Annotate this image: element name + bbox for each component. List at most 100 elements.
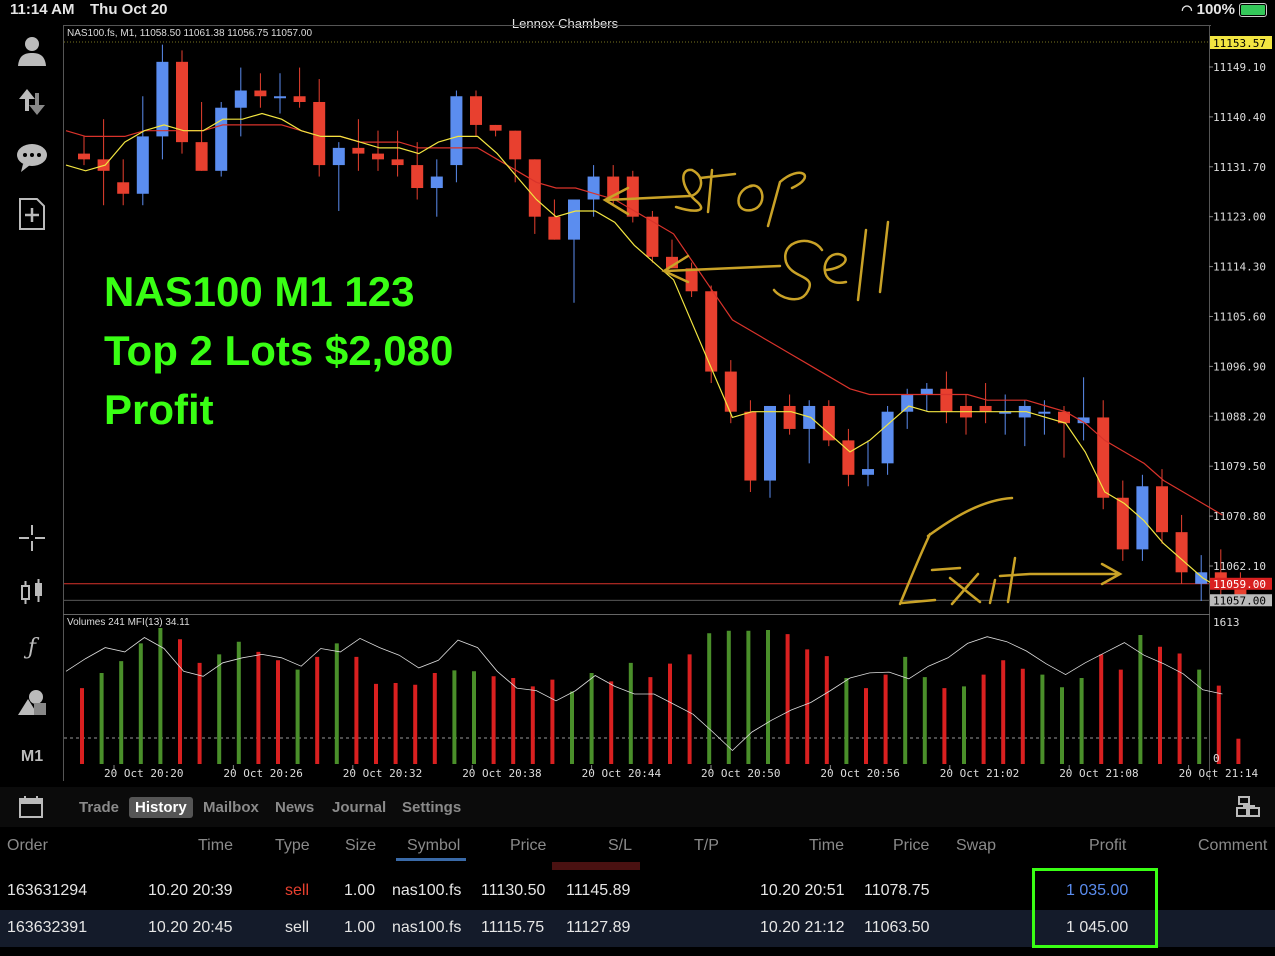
tab-history[interactable]: History [129, 797, 193, 818]
candle-body [842, 440, 855, 475]
candle-body [1195, 572, 1208, 584]
col-close-time[interactable]: Time [809, 837, 844, 855]
volume-bars [64, 628, 1241, 764]
open-price: 11130.50 [481, 882, 546, 899]
time-tick-label: 20 Oct 21:14 [1179, 767, 1259, 780]
candle-body [744, 411, 757, 481]
sl-column-highlight [552, 862, 640, 870]
col-size[interactable]: Size [345, 837, 376, 855]
candle-body [470, 96, 482, 125]
time-tick-label: 20 Oct 21:08 [1059, 767, 1138, 780]
trade-size: 1.00 [344, 919, 376, 936]
col-sl[interactable]: S/L [608, 837, 632, 855]
candle-body [509, 130, 522, 160]
tab-news[interactable]: News [269, 797, 320, 818]
tab-journal[interactable]: Journal [326, 797, 392, 818]
col-type[interactable]: Type [275, 837, 310, 855]
col-tp[interactable]: T/P [694, 837, 719, 855]
time-tick-label: 20 Oct 21:02 [940, 767, 1019, 780]
candle-body [234, 90, 247, 108]
col-swap[interactable]: Swap [956, 837, 996, 855]
candle-body [764, 405, 776, 481]
col-time[interactable]: Time [198, 837, 233, 855]
candle-body [901, 394, 914, 412]
price-tick-label: 11140.40 [1213, 111, 1266, 124]
candle-body [881, 411, 894, 464]
price-tick-label: 11088.20 [1213, 410, 1266, 423]
overlay-line-1: NAS100 M1 123 [104, 268, 415, 315]
volume-max-label: 1613 [1213, 616, 1240, 629]
price-tick-label: 11062.10 [1213, 560, 1266, 573]
bottom-tabbar: Trade History Mailbox News Journal Setti… [0, 787, 1275, 827]
profit-overlay: NAS100 M1 123 Top 2 Lots $2,080 Profit [104, 262, 453, 439]
handwritten-annotations [602, 168, 1123, 606]
price-tick-label: 11079.50 [1213, 460, 1266, 473]
close-time: 10.20 21:12 [760, 919, 845, 936]
stop-loss: 11127.89 [566, 919, 631, 936]
col-order[interactable]: Order [7, 837, 48, 855]
tab-settings[interactable]: Settings [396, 797, 467, 818]
time-tick-label: 20 Oct 20:32 [343, 767, 422, 780]
close-price: 11063.50 [864, 919, 930, 936]
trade-type: sell [285, 919, 310, 936]
col-price[interactable]: Price [510, 837, 546, 855]
open-time: 10.20 20:45 [148, 919, 233, 936]
tab-mailbox[interactable]: Mailbox [197, 797, 265, 818]
open-time: 10.20 20:39 [148, 882, 233, 899]
time-tick-label: 20 Oct 20:44 [582, 767, 662, 780]
price-tick-label: 11114.30 [1213, 261, 1266, 274]
open-price: 11115.75 [481, 919, 545, 936]
trade-symbol: nas100.fs [392, 882, 462, 899]
order-id: 163632391 [7, 919, 88, 936]
col-symbol[interactable]: Symbol [407, 837, 460, 855]
col-close-price[interactable]: Price [893, 837, 929, 855]
time-tick-label: 20 Oct 20:56 [820, 767, 899, 780]
candle-body [1156, 486, 1168, 533]
col-profit[interactable]: Profit [1089, 837, 1126, 855]
trade-type: sell [285, 882, 310, 899]
tab-trade[interactable]: Trade [73, 797, 125, 818]
candle-body [136, 136, 149, 194]
candle-body [920, 388, 933, 395]
candle-body [587, 176, 600, 200]
candle-body [293, 96, 306, 102]
candle-body [78, 153, 90, 160]
candle-body [685, 268, 698, 292]
calendar-icon[interactable] [18, 795, 44, 819]
candle-body [489, 124, 502, 131]
layout-icon[interactable] [1235, 795, 1261, 819]
candle-body [274, 96, 286, 99]
candle-body [352, 147, 365, 154]
candle-body [430, 176, 443, 189]
candle-body [568, 199, 580, 240]
candle-body [548, 216, 561, 240]
candle-body [391, 159, 404, 166]
close-time: 10.20 20:51 [760, 882, 845, 899]
order-id: 163631294 [7, 882, 88, 899]
candle-body [450, 96, 463, 166]
time-tick-label: 20 Oct 20:20 [104, 767, 183, 780]
price-tick-label: 11096.90 [1213, 360, 1266, 373]
top-price-label: 11153.57 [1213, 37, 1266, 50]
chart-info-line: NAS100.fs, M1, 11058.50 11061.38 11056.7… [67, 28, 313, 39]
time-tick-label: 20 Oct 20:50 [701, 767, 780, 780]
stop-loss: 11145.89 [566, 882, 631, 899]
overlay-line-3: Profit [104, 386, 214, 433]
bid-price-label: 11059.00 [1213, 578, 1266, 591]
candle-body [215, 107, 228, 171]
price-tick-label: 11123.00 [1213, 211, 1266, 224]
candle-body [646, 216, 659, 257]
trade-symbol: nas100.fs [392, 919, 462, 936]
profit-highlight-box [1032, 868, 1158, 948]
candle-body [862, 469, 874, 475]
col-comment[interactable]: Comment [1198, 837, 1267, 855]
overlay-line-2: Top 2 Lots $2,080 [104, 327, 454, 374]
candle-body [332, 147, 345, 166]
time-tick-label: 20 Oct 20:26 [223, 767, 302, 780]
volume-min-label: 0 [1213, 752, 1220, 765]
price-axis: 11149.10 11140.40 11131.70 11123.00 11114.30… [1209, 36, 1272, 765]
candle-body [528, 159, 541, 217]
trade-size: 1.00 [344, 882, 376, 899]
candle-body [724, 371, 737, 412]
price-tick-label: 11131.70 [1213, 161, 1266, 174]
